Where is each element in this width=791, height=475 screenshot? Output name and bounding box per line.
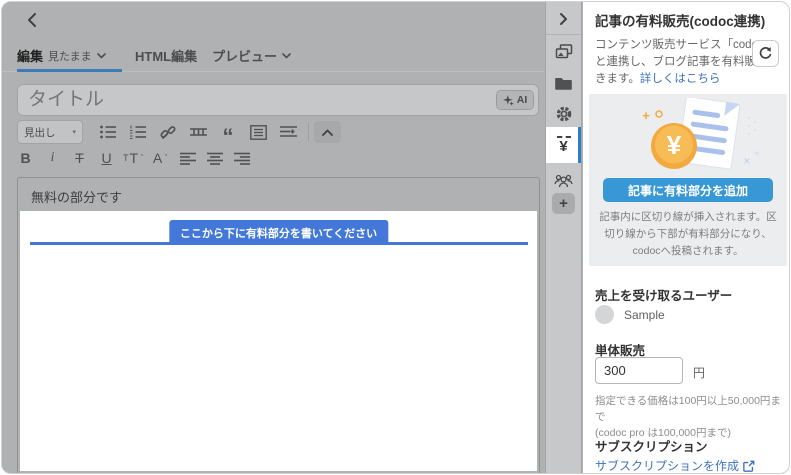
- editor-toolbar-row2: B i T U T T · A ·: [12, 147, 255, 169]
- chevron-left-icon: [24, 11, 42, 29]
- add-panel-button[interactable]: +: [552, 193, 575, 214]
- text-size-small-glyph: T: [123, 153, 129, 163]
- dropdown-dot: ·: [140, 147, 144, 161]
- text-color-glyph: A: [153, 150, 162, 166]
- svg-text:¥: ¥: [667, 130, 682, 160]
- selected-indicator-bar: [578, 127, 581, 163]
- paid-article-illustration: ¥ + ✕ ✕: [589, 98, 787, 178]
- editor-toolbar-row1: 見出し ▾ “: [17, 120, 341, 144]
- numbered-list-button[interactable]: [123, 120, 153, 144]
- refresh-icon: [758, 46, 773, 61]
- side-toolbar: ¥ +: [545, 2, 582, 473]
- align-center-button[interactable]: [201, 147, 228, 169]
- promo-card: ¥ + ✕ ✕ 記事に有料部分を追加 記事内に区切り線が挿入されます。区切り線か…: [589, 94, 787, 266]
- svg-text:+: +: [642, 108, 650, 123]
- avatar: [595, 305, 614, 324]
- chevron-up-icon: [322, 129, 333, 136]
- align-right-button[interactable]: [228, 147, 255, 169]
- bold-button[interactable]: B: [12, 147, 39, 169]
- gear-icon: [555, 105, 573, 123]
- heading-style-select[interactable]: 見出し ▾: [17, 120, 83, 144]
- seller-user-row[interactable]: Sample: [595, 305, 665, 324]
- insert-photo-button[interactable]: [546, 40, 581, 64]
- text-color-button[interactable]: A ·: [147, 147, 174, 169]
- chevron-right-icon: [559, 12, 568, 26]
- text-size-large-glyph: T: [129, 150, 138, 166]
- chevron-down-icon: [97, 53, 106, 59]
- tab-preview[interactable]: プレビュー: [212, 46, 291, 65]
- sparkle-icon: [503, 95, 514, 106]
- tab-label: 編集: [17, 46, 43, 65]
- panel-title: 記事の有料販売(codoc連携): [595, 10, 765, 30]
- external-link-icon: [743, 460, 755, 472]
- settings-button[interactable]: [546, 102, 581, 126]
- price-note-line1: 指定できる価格は100円以上50,000円まで: [595, 393, 787, 425]
- quote-icon: “: [223, 132, 234, 142]
- tab-edit-wysiwyg[interactable]: 編集 見たまま: [17, 46, 106, 65]
- folder-button[interactable]: [546, 71, 581, 95]
- subscription-section-heading: サブスクリプション: [595, 436, 708, 455]
- paid-part-divider-line: [30, 242, 528, 245]
- insert-snippet-button[interactable]: [273, 120, 303, 144]
- paid-sales-tool-selected[interactable]: ¥: [546, 127, 581, 163]
- caret-down-icon: ▾: [72, 128, 76, 136]
- add-paid-part-button[interactable]: 記事に有料部分を追加: [603, 178, 773, 202]
- title-input[interactable]: [17, 84, 539, 116]
- yen-icon: ¥: [559, 139, 567, 154]
- editor-tabbar: 編集 見たまま HTML編集 プレビュー: [2, 40, 545, 72]
- learn-more-link[interactable]: 詳しくはこちら: [640, 73, 721, 85]
- side-toolbar-divider: [546, 34, 581, 35]
- editor-window: 編集 見たまま HTML編集 プレビュー AI: [1, 1, 790, 474]
- free-part-text: 無料の部分です: [31, 187, 122, 206]
- heading-select-label: 見出し: [24, 125, 56, 140]
- card-note: 記事内に区切り線が挿入されます。区切り線から下部が有料部分になり、codocへ投…: [595, 209, 781, 260]
- create-subscription-label: サブスクリプションを作成: [595, 457, 739, 474]
- tab-label: プレビュー: [212, 46, 277, 65]
- editor-content-box[interactable]: 無料の部分です ここから下に有料部分を書いてください: [17, 177, 540, 473]
- tab-sublabel: 見たまま: [48, 48, 92, 64]
- svg-text:✕: ✕: [743, 156, 751, 166]
- ai-assist-button[interactable]: AI: [496, 90, 534, 110]
- price-unit-label: 円: [693, 364, 705, 381]
- blockquote-button[interactable]: “: [213, 120, 243, 144]
- price-note: 指定できる価格は100円以上50,000円まで (codoc pro は100,…: [595, 393, 787, 441]
- image-icon: [555, 44, 573, 60]
- ai-button-label: AI: [517, 94, 528, 106]
- align-left-button[interactable]: [174, 147, 201, 169]
- collapse-panel-button[interactable]: [546, 6, 581, 32]
- tab-label: HTML編集: [135, 46, 197, 65]
- tab-html-edit[interactable]: HTML編集: [135, 46, 197, 65]
- folder-icon: [555, 76, 572, 90]
- italic-button[interactable]: i: [39, 147, 66, 169]
- collapse-toolbar-button[interactable]: [314, 121, 341, 143]
- svg-text:✕: ✕: [754, 151, 760, 158]
- toolbar-divider: [308, 123, 309, 141]
- bullet-list-button[interactable]: [93, 120, 123, 144]
- paid-part-area[interactable]: ここから下に有料部分を書いてください: [20, 211, 537, 471]
- people-icon: [554, 173, 573, 188]
- editor-area: 編集 見たまま HTML編集 プレビュー AI: [2, 2, 545, 473]
- underline-button[interactable]: U: [93, 147, 120, 169]
- seller-user-name: Sample: [624, 308, 665, 322]
- active-tab-underline: [17, 69, 122, 72]
- link-button[interactable]: [153, 120, 183, 144]
- price-input[interactable]: [595, 357, 683, 384]
- text-size-button[interactable]: T T ·: [120, 147, 147, 169]
- back-button[interactable]: [24, 11, 42, 29]
- paid-sales-panel: 記事の有料販売(codoc連携) コンテンツ販売サービス「codoc」と連携し、…: [583, 2, 789, 473]
- chevron-down-icon: [282, 53, 291, 59]
- refresh-button[interactable]: [752, 40, 779, 67]
- read-more-button[interactable]: [183, 120, 213, 144]
- dropdown-dot: ·: [164, 147, 168, 161]
- strikethrough-button[interactable]: T: [66, 147, 93, 169]
- table-of-contents-button[interactable]: [243, 120, 273, 144]
- seller-section-heading: 売上を受け取るユーザー: [595, 285, 732, 304]
- create-subscription-link[interactable]: サブスクリプションを作成: [595, 457, 755, 474]
- group-button[interactable]: [546, 168, 581, 192]
